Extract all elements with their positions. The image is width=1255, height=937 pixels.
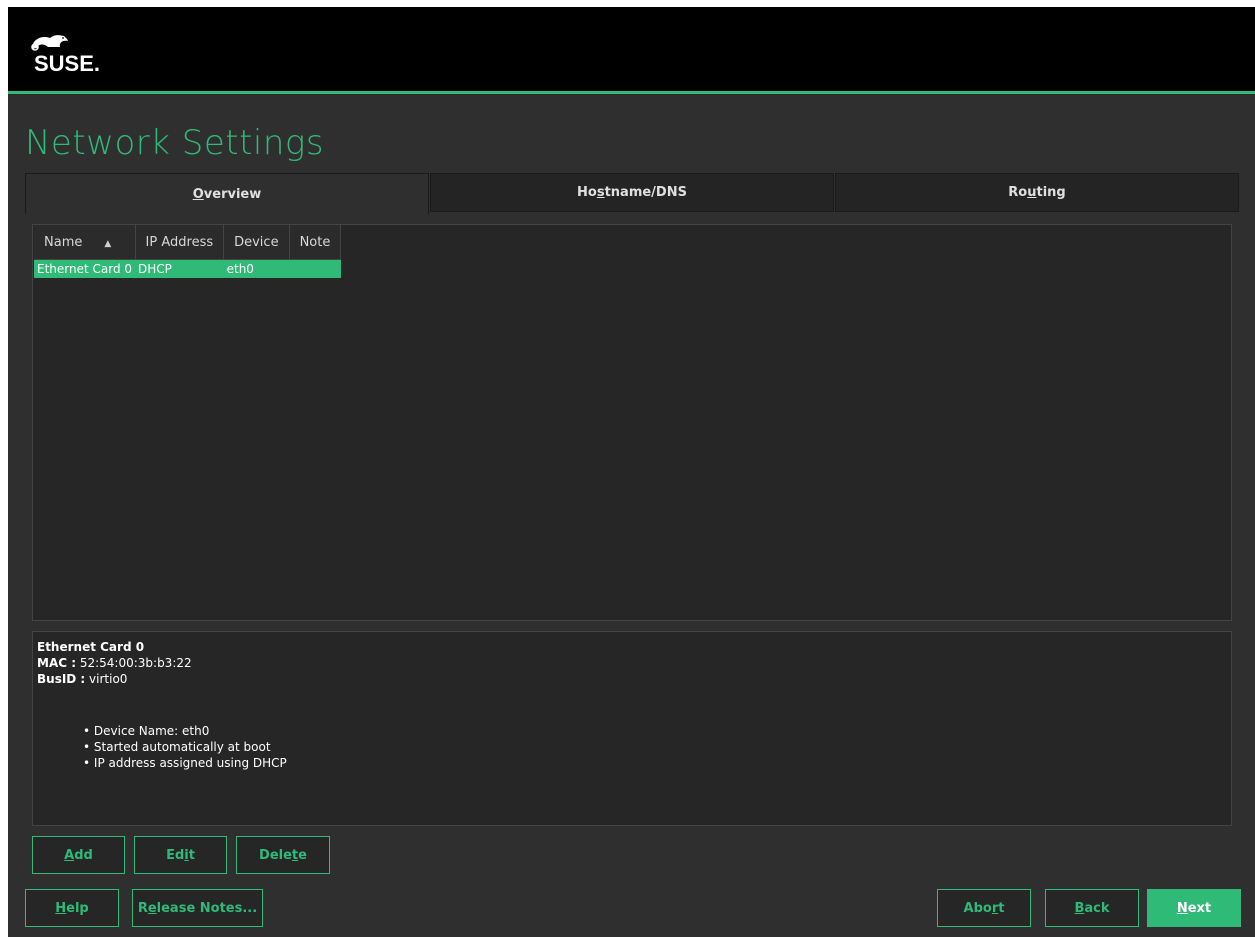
details-list: Device Name: eth0 Started automatically … bbox=[37, 723, 1227, 771]
cell-device: eth0 bbox=[223, 259, 290, 278]
tab-label: tname/DNS bbox=[604, 185, 687, 200]
mac-label: MAC : bbox=[37, 656, 77, 670]
busid-value: virtio0 bbox=[85, 672, 128, 686]
sort-up-icon: ▲ bbox=[104, 238, 112, 249]
column-header-device[interactable]: Device bbox=[223, 225, 290, 260]
tab-routing[interactable]: Ro u ting bbox=[835, 173, 1239, 212]
cell-name: Ethernet Card 0 bbox=[34, 259, 136, 278]
tab-label: Ro bbox=[1008, 185, 1028, 200]
add-button[interactable]: Add bbox=[32, 836, 125, 874]
column-header-name[interactable]: Name ▲ bbox=[34, 225, 136, 260]
tab-label: Ho bbox=[577, 185, 597, 200]
suse-logo: SUSE. bbox=[31, 35, 100, 76]
tab-label: verview bbox=[203, 186, 262, 202]
accent-line bbox=[8, 91, 1255, 94]
network-card-list: Name ▲ IP Address Device Note Ethernet Ca… bbox=[32, 224, 1232, 621]
table-row[interactable]: Ethernet Card 0 DHCP eth0 bbox=[34, 259, 341, 278]
help-button[interactable]: Help bbox=[25, 889, 119, 927]
delete-button[interactable]: Dele t e bbox=[236, 836, 330, 874]
tab-mnemonic: O bbox=[192, 186, 204, 202]
svg-text:SUSE.: SUSE. bbox=[34, 51, 100, 76]
cell-note bbox=[289, 259, 341, 278]
details-title: Ethernet Card 0 bbox=[37, 640, 145, 654]
back-button[interactable]: Back bbox=[1045, 889, 1139, 927]
tab-label: ting bbox=[1036, 185, 1066, 200]
edit-button[interactable]: Ed i t bbox=[134, 836, 227, 874]
top-bar: SUSE. bbox=[8, 7, 1255, 91]
tab-mnemonic: u bbox=[1027, 185, 1037, 200]
abort-button[interactable]: Abo r t bbox=[937, 889, 1031, 927]
column-header-ip-address[interactable]: IP Address bbox=[135, 225, 225, 260]
mac-value: 52:54:00:3b:b3:22 bbox=[76, 656, 192, 670]
device-details-panel: Ethernet Card 0 MAC : 52:54:00:3b:b3:22 … bbox=[32, 631, 1232, 826]
tab-overview[interactable]: Overview bbox=[25, 173, 429, 214]
next-button[interactable]: Next bbox=[1147, 889, 1241, 927]
network-table: Name ▲ IP Address Device Note Ethernet Ca… bbox=[34, 225, 342, 278]
page-title: Network Settings bbox=[25, 123, 325, 163]
list-item: Device Name: eth0 bbox=[83, 723, 1227, 739]
tab-hostname-dns[interactable]: Ho s tname/DNS bbox=[430, 173, 834, 212]
busid-label: BusID : bbox=[37, 672, 86, 686]
tab-mnemonic: s bbox=[596, 185, 605, 200]
installer-window: SUSE. Network Settings Overview Ho s tname… bbox=[8, 7, 1255, 937]
list-item: IP address assigned using DHCP bbox=[83, 755, 1227, 771]
column-header-note[interactable]: Note bbox=[289, 225, 342, 260]
list-item: Started automatically at boot bbox=[83, 739, 1227, 755]
tab-bar: Overview Ho s tname/DNS Ro u ting bbox=[25, 173, 1241, 214]
release-notes-button[interactable]: Re lease Notes... bbox=[132, 889, 263, 927]
cell-ip-address: DHCP bbox=[135, 259, 224, 278]
table-header-row: Name ▲ IP Address Device Note bbox=[34, 225, 342, 260]
